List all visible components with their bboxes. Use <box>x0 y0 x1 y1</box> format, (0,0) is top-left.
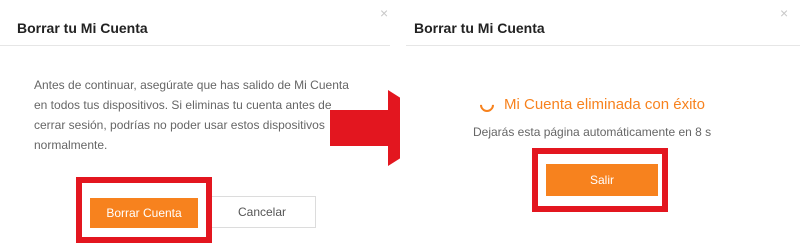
highlight-box-exit <box>532 148 668 212</box>
divider <box>0 45 390 46</box>
redirect-prefix: Dejarás esta página automáticamente en <box>473 125 692 139</box>
close-icon[interactable]: × <box>780 6 788 20</box>
warning-message: Antes de continuar, asegúrate que has sa… <box>34 78 349 152</box>
close-icon[interactable]: × <box>380 6 388 20</box>
redirect-message: Dejarás esta página automáticamente en 8… <box>473 125 711 139</box>
spinner-icon <box>477 95 497 115</box>
cancel-button[interactable]: Cancelar <box>208 196 316 228</box>
success-text: Mi Cuenta eliminada con éxito <box>504 96 705 113</box>
dialog-title: Borrar tu Mi Cuenta <box>414 20 545 36</box>
success-message: Mi Cuenta eliminada con éxito <box>477 95 705 115</box>
highlight-box-delete <box>76 177 212 243</box>
divider <box>406 45 800 46</box>
dialog-title: Borrar tu Mi Cuenta <box>17 20 148 36</box>
countdown: 8 s <box>695 125 712 139</box>
